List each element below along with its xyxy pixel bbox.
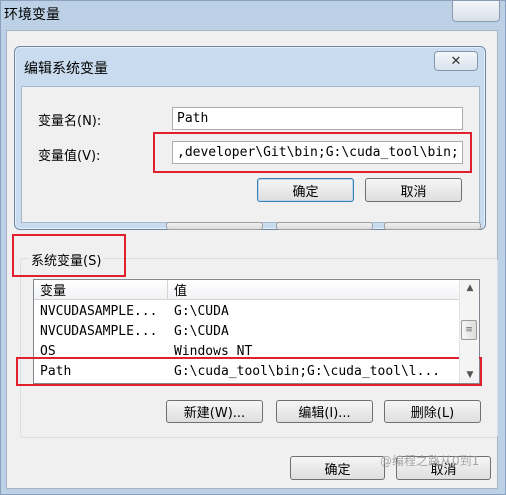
path-row-highlight-box — [16, 357, 482, 386]
variable-name-field[interactable]: Path — [172, 107, 463, 130]
dialog-title: 编辑系统变量 — [24, 61, 108, 77]
window-close-button[interactable] — [452, 0, 500, 22]
table-row-name[interactable]: NVCUDASAMPLE... — [40, 324, 166, 339]
scrollbar-thumb[interactable]: ≡ — [461, 320, 477, 340]
window-title: 环境变量 — [4, 7, 60, 23]
scroll-up-icon[interactable]: ▲ — [460, 280, 480, 296]
dialog-close-button[interactable]: ✕ — [434, 51, 478, 71]
scroll-down-icon[interactable]: ▼ — [460, 367, 480, 383]
variable-name-label: 变量名(N): — [38, 114, 102, 129]
edit-variable-button[interactable]: 编辑(I)... — [276, 400, 373, 423]
new-variable-button[interactable]: 新建(W)... — [166, 400, 263, 423]
watermark: @编程之路从0到1 — [380, 454, 480, 468]
hidden-delete-button — [384, 222, 481, 230]
table-row-value[interactable]: G:\CUDA — [174, 304, 454, 319]
column-header-variable[interactable]: 变量 — [34, 280, 168, 300]
table-row-value[interactable]: G:\CUDA — [174, 324, 454, 339]
delete-variable-button[interactable]: 删除(L) — [384, 400, 481, 423]
window-ok-button[interactable]: 确定 — [290, 456, 385, 480]
hidden-new-button — [166, 222, 263, 230]
hidden-edit-button — [276, 222, 373, 230]
dialog-ok-button[interactable]: 确定 — [257, 178, 354, 202]
variable-value-label: 变量值(V): — [38, 149, 101, 164]
table-row-name[interactable]: NVCUDASAMPLE... — [40, 304, 166, 319]
column-header-value[interactable]: 值 — [168, 280, 459, 300]
close-icon: ✕ — [450, 53, 462, 69]
group-label-highlight-box — [12, 234, 126, 277]
dialog-cancel-button[interactable]: 取消 — [365, 178, 462, 202]
value-highlight-box — [153, 132, 472, 173]
